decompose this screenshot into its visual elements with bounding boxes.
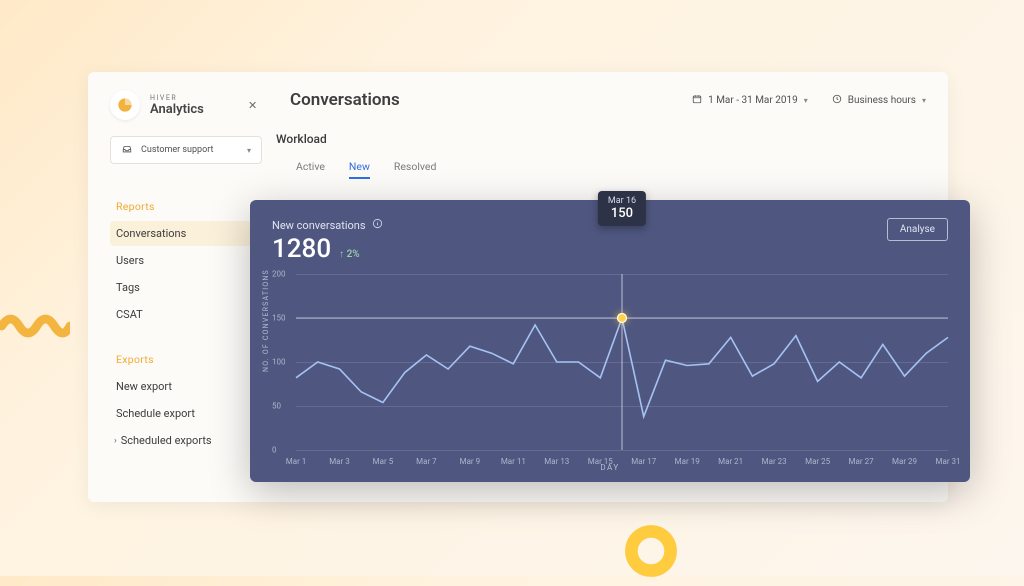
hover-marker	[618, 314, 627, 323]
tab-new[interactable]: New	[349, 160, 370, 179]
x-tick: Mar 25	[805, 457, 830, 466]
y-tick: 0	[272, 446, 277, 455]
nav-item-users[interactable]: Users	[110, 248, 262, 273]
tooltip-label: Mar 16	[608, 196, 636, 206]
chevron-down-icon: ▾	[247, 146, 251, 155]
x-tick: Mar 31	[935, 457, 960, 466]
date-range-picker[interactable]: 1 Mar - 31 Mar 2019 ▾	[692, 94, 808, 107]
x-tick: Mar 29	[892, 457, 917, 466]
section-title: Workload	[276, 132, 926, 146]
sidebar: Customer support ▾ Reports Conversations…	[110, 136, 262, 455]
x-tick: Mar 21	[718, 457, 743, 466]
y-tick: 200	[272, 270, 286, 279]
nav-item-schedule-export[interactable]: Schedule export	[110, 401, 262, 426]
x-tick: Mar 7	[416, 457, 437, 466]
chart-tooltip: Mar 16150	[598, 191, 646, 226]
x-tick: Mar 27	[849, 457, 874, 466]
y-tick: 150	[272, 314, 286, 323]
chevron-down-icon: ▾	[804, 96, 808, 105]
chart-card: New conversations 1280 ↑ 2% Analyse NO. …	[250, 200, 970, 482]
inbox-icon	[121, 144, 133, 157]
tooltip-value: 150	[608, 206, 636, 221]
nav-item-tags[interactable]: Tags	[110, 275, 262, 300]
x-tick: Mar 23	[762, 457, 787, 466]
tab-resolved[interactable]: Resolved	[394, 160, 437, 179]
clock-icon	[832, 94, 842, 107]
hours-mode-label: Business hours	[848, 95, 916, 106]
chart-plot[interactable]: 050100150200Mar 1Mar 3Mar 5Mar 7Mar 9Mar…	[296, 274, 948, 450]
nav-heading-exports: Exports	[110, 353, 262, 366]
tab-active[interactable]: Active	[296, 160, 325, 179]
brand-big: Analytics	[150, 102, 204, 117]
page-title: Conversations	[290, 90, 400, 110]
inbox-selector-label: Customer support	[141, 145, 213, 155]
y-axis-label: NO. OF CONVERSATIONS	[262, 269, 270, 372]
chart-delta: ↑ 2%	[339, 249, 360, 260]
chart-title: New conversations	[272, 219, 366, 232]
calendar-icon	[692, 94, 702, 107]
x-tick: Mar 9	[460, 457, 481, 466]
brand: HIVER Analytics ✕	[110, 90, 262, 120]
x-tick: Mar 15	[588, 457, 613, 466]
x-tick: Mar 5	[373, 457, 394, 466]
toolbar: 1 Mar - 31 Mar 2019 ▾ Business hours ▾	[692, 90, 926, 107]
x-tick: Mar 1	[286, 457, 307, 466]
analyse-button[interactable]: Analyse	[887, 218, 948, 241]
brand-small: HIVER	[150, 94, 204, 102]
brand-logo-icon	[110, 90, 140, 120]
y-tick: 100	[272, 358, 286, 367]
close-icon[interactable]: ✕	[248, 99, 262, 112]
x-tick: Mar 13	[544, 457, 569, 466]
decorative-squiggle	[0, 306, 70, 346]
nav-item-csat[interactable]: CSAT	[110, 302, 262, 327]
chevron-down-icon: ▾	[922, 96, 926, 105]
info-icon[interactable]	[372, 218, 383, 232]
chevron-right-icon: ›	[114, 436, 117, 446]
x-tick: Mar 17	[631, 457, 656, 466]
x-tick: Mar 19	[675, 457, 700, 466]
chart-metric: 1280	[272, 234, 331, 264]
tabs: Active New Resolved	[276, 160, 926, 179]
grid-line	[296, 450, 948, 451]
hours-mode-picker[interactable]: Business hours ▾	[832, 94, 926, 107]
x-tick: Mar 3	[329, 457, 350, 466]
x-tick: Mar 11	[501, 457, 526, 466]
nav-item-new-export[interactable]: New export	[110, 374, 262, 399]
nav-item-conversations[interactable]: Conversations	[110, 221, 262, 246]
inbox-selector[interactable]: Customer support ▾	[110, 136, 262, 164]
y-tick: 50	[272, 402, 281, 411]
date-range-label: 1 Mar - 31 Mar 2019	[708, 95, 798, 106]
header: HIVER Analytics ✕ Conversations 1 Mar - …	[110, 90, 926, 120]
nav-item-scheduled-exports[interactable]: ›Scheduled exports	[110, 428, 262, 453]
sidebar-nav: Reports Conversations Users Tags CSAT Ex…	[110, 200, 262, 453]
nav-heading-reports: Reports	[110, 200, 262, 213]
